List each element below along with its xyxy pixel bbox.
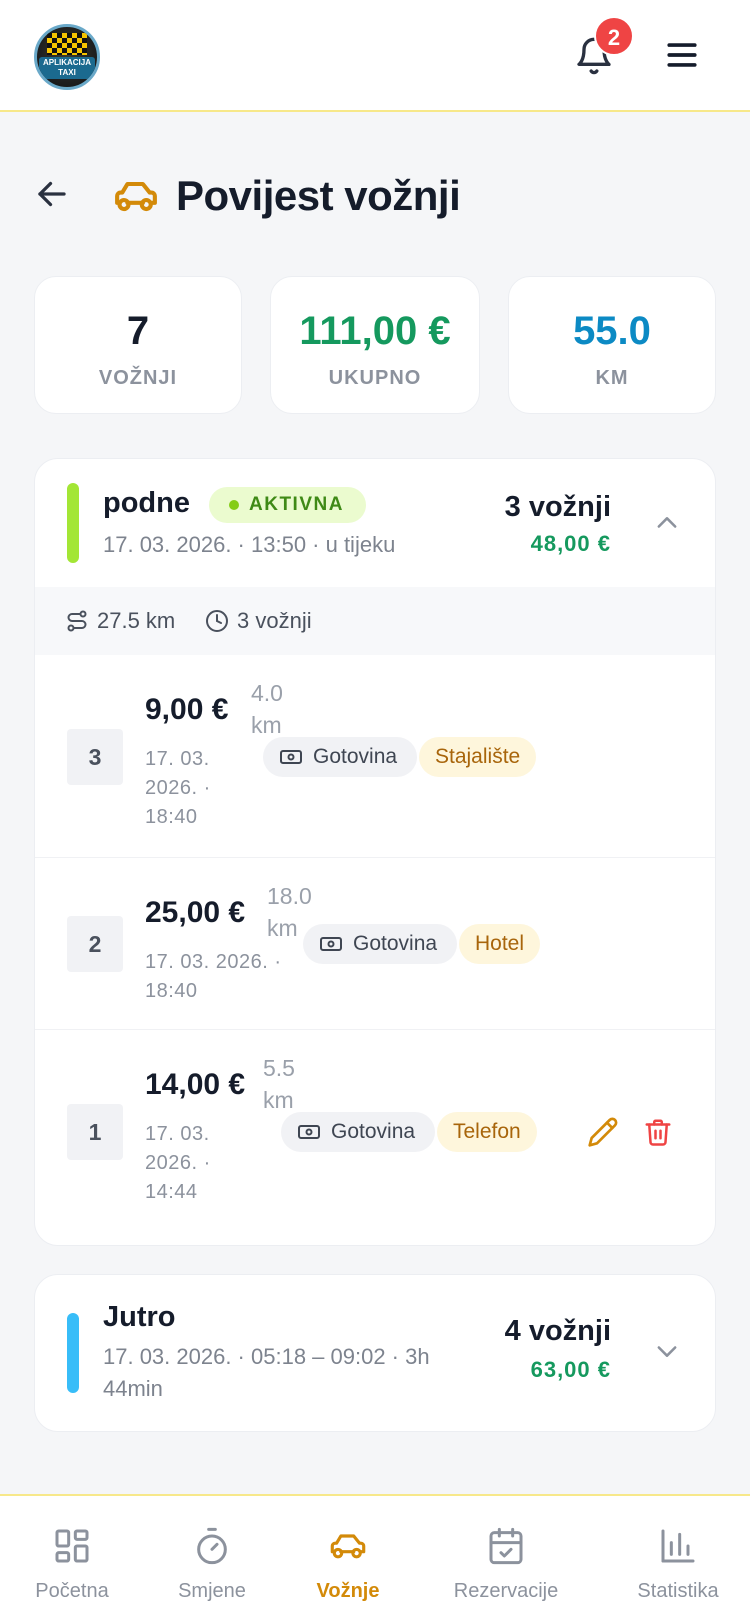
stat-value: 7	[126, 309, 150, 353]
nav-label: Statistika	[637, 1580, 719, 1602]
shift-card-jutro[interactable]: Jutro 17. 03. 2026. · 05:18 – 09:02 · 3h…	[34, 1274, 716, 1432]
shift-accent-bar	[67, 1313, 79, 1393]
ride-km: 5.5 km	[263, 1055, 295, 1113]
shift-rides-count: 4 vožnji	[504, 1315, 611, 1347]
logo-checker-pattern	[47, 33, 87, 55]
nav-tab-voznje[interactable]: Vožnje	[280, 1496, 416, 1624]
status-badge: AKTIVNA	[209, 487, 366, 523]
ride-number: 3	[67, 729, 123, 785]
cash-icon	[298, 1125, 320, 1139]
nav-tab-pocetna[interactable]: Početna	[0, 1496, 144, 1624]
back-arrow-icon[interactable]	[34, 176, 70, 212]
ride-row[interactable]: 1 14,00 € 5.5 km 17. 03. 2026. · 14:44 G…	[35, 1029, 715, 1245]
dashboard-icon	[55, 1529, 89, 1563]
shift-name: Jutro	[103, 1301, 176, 1333]
ride-number: 1	[67, 1104, 123, 1160]
source-badge: Hotel	[459, 924, 541, 964]
stat-card-total: 111,00 € UKUPNO	[270, 276, 480, 414]
chevron-up-icon[interactable]	[653, 509, 681, 537]
clock-icon	[206, 610, 228, 632]
cash-icon	[280, 750, 302, 764]
calendar-check-icon	[489, 1527, 523, 1565]
logo-text: APLIKACIJA TAXI	[39, 57, 95, 79]
stat-value: 55.0	[573, 309, 651, 353]
stat-card-km: 55.0 KM	[508, 276, 716, 414]
nav-tab-smjene[interactable]: Smjene	[144, 1496, 280, 1624]
hamburger-menu-icon[interactable]	[664, 38, 700, 72]
shift-subtitle: 17. 03. 2026. · 13:50 · u tijeku	[103, 532, 396, 557]
ride-price: 9,00 €	[145, 693, 229, 726]
summary-rides: 3 vožnji	[237, 608, 312, 633]
status-text: AKTIVNA	[249, 494, 344, 515]
stopwatch-icon	[197, 1527, 227, 1565]
nav-label: Smjene	[178, 1580, 246, 1602]
nav-label: Rezervacije	[453, 1580, 559, 1602]
summary-km: 27.5 km	[97, 608, 176, 633]
source-badge: Stajalište	[419, 737, 537, 777]
trash-icon[interactable]	[643, 1116, 673, 1148]
ride-price: 25,00 €	[145, 896, 246, 929]
stat-label: UKUPNO	[328, 367, 422, 389]
payment-label: Gotovina	[353, 932, 438, 955]
ride-row[interactable]: 2 25,00 € 18.0 km 17. 03. 2026. · 18:40 …	[35, 857, 715, 1029]
payment-label: Gotovina	[313, 745, 398, 768]
ride-date: 17. 03. 2026. · 14:44	[145, 1123, 211, 1203]
payment-badge: Gotovina	[303, 924, 458, 964]
edit-pencil-icon[interactable]	[587, 1116, 619, 1148]
shift-card-podne: podne AKTIVNA 17. 03. 2026. · 13:50 · u …	[34, 458, 716, 1246]
shift-summary-bar: 27.5 km 3 vožnji	[35, 587, 715, 655]
ride-date: 17. 03. 2026. · 18:40	[145, 951, 282, 1002]
stat-label: KM	[595, 367, 629, 389]
app-logo[interactable]: APLIKACIJA TAXI	[34, 24, 100, 90]
car-icon	[330, 1534, 366, 1559]
ride-price: 14,00 €	[145, 1068, 246, 1101]
nav-tab-statistika[interactable]: Statistika	[606, 1496, 750, 1624]
shift-subtitle: 17. 03. 2026. · 05:18 – 09:02 · 3h 44min	[103, 1344, 430, 1401]
nav-label: Početna	[35, 1580, 109, 1602]
bottom-navigation: Početna Smjene Vožnje Rezervacije Statis…	[0, 1494, 750, 1624]
ride-date: 17. 03. 2026. · 18:40	[145, 748, 211, 828]
shift-total: 63,00 €	[530, 1357, 611, 1382]
car-icon	[115, 181, 157, 212]
stat-card-rides: 7 VOŽNJI	[34, 276, 242, 414]
stat-label: VOŽNJI	[98, 367, 178, 389]
ride-row[interactable]: 3 9,00 € 4.0 km 17. 03. 2026. · 18:40 Go…	[35, 655, 715, 857]
ride-km: 4.0 km	[251, 680, 283, 738]
payment-badge: Gotovina	[263, 737, 418, 777]
nav-tab-rezervacije[interactable]: Rezervacije	[430, 1496, 582, 1624]
source-badge: Telefon	[437, 1112, 537, 1152]
stat-value: 111,00 €	[299, 309, 451, 353]
bar-chart-icon	[661, 1529, 695, 1563]
shift-rides-count: 3 vožnji	[504, 491, 611, 523]
payment-label: Gotovina	[331, 1120, 416, 1143]
cash-icon	[320, 937, 342, 951]
chevron-down-icon[interactable]	[653, 1337, 681, 1365]
shift-total: 48,00 €	[530, 531, 611, 556]
payment-badge: Gotovina	[281, 1112, 436, 1152]
route-icon	[67, 610, 87, 632]
top-header: APLIKACIJA TAXI 2	[0, 0, 750, 112]
status-dot	[229, 500, 239, 510]
shift-name: podne	[103, 487, 190, 519]
nav-label: Vožnje	[316, 1580, 380, 1602]
page-title: Povijest vožnji	[176, 172, 461, 219]
ride-number: 2	[67, 916, 123, 972]
shift-accent-bar	[67, 483, 79, 563]
notification-badge: 2	[594, 16, 634, 56]
